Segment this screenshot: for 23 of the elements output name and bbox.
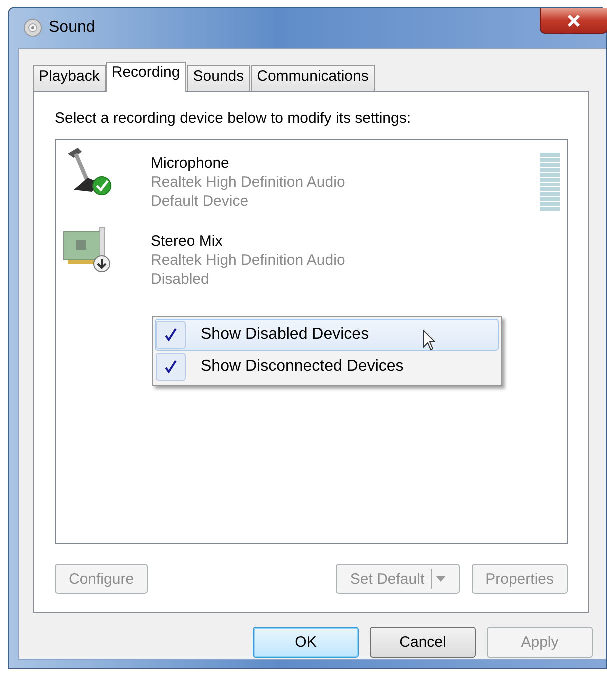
menu-item[interactable]: Show Disconnected Devices [155,351,499,383]
menu-item-label: Show Disabled Devices [201,326,370,344]
device-status: Default Device [151,192,250,211]
device-status: Disabled [151,270,210,289]
device-driver: Realtek High Definition Audio [151,251,346,270]
tab[interactable]: Communications [251,65,375,91]
dropdown-arrow-icon [436,576,446,582]
speaker-icon [23,18,43,38]
tab[interactable]: Sounds [187,65,250,91]
menu-item-label: Show Disconnected Devices [201,358,404,376]
menu-item[interactable]: Show Disabled Devices [155,319,499,351]
tab[interactable]: Recording [106,62,186,92]
button[interactable]: OK [253,627,359,658]
instruction-text: Select a recording device below to modify its settings: [55,110,412,127]
button[interactable]: Cancel [370,627,476,658]
close-button[interactable] [540,8,607,34]
window-title: Sound [49,19,96,37]
close-icon [567,14,581,26]
device-driver: Realtek High Definition Audio [151,173,346,192]
tab[interactable]: Playback [33,65,106,91]
device-name: Microphone [151,154,230,173]
mouse-cursor-icon [423,330,437,352]
device-name: Stereo Mix [151,232,224,251]
